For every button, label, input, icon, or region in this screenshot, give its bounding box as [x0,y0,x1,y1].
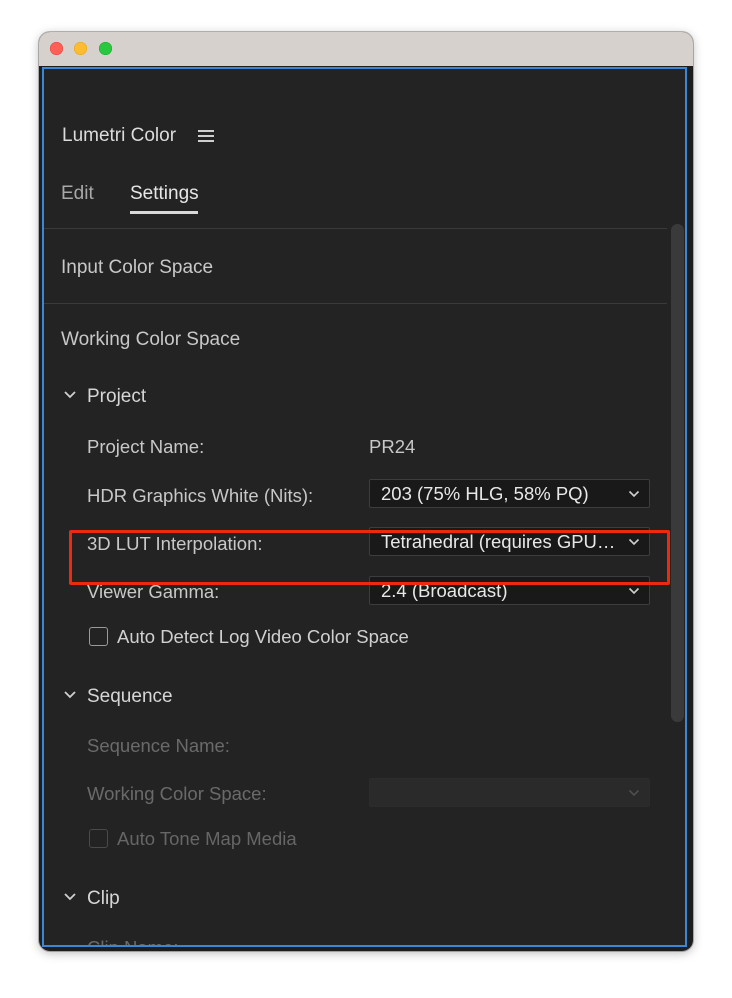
hdr-graphics-white-label: HDR Graphics White (Nits): [87,485,314,506]
auto-tone-map-label: Auto Tone Map Media [117,828,297,849]
chevron-down-icon[interactable] [63,390,77,399]
lumetri-color-panel: Lumetri Color Edit Settings Input Color … [42,67,687,947]
group-header-project[interactable]: Project [87,386,146,408]
tab-edit[interactable]: Edit [61,183,94,205]
clip-name-label: Clip Name: [87,937,179,945]
divider [44,228,667,229]
scrollbar-thumb[interactable] [671,224,684,722]
auto-detect-log-label[interactable]: Auto Detect Log Video Color Space [117,626,409,648]
active-tab-indicator [130,211,198,214]
group-header-clip[interactable]: Clip [87,888,120,910]
section-input-color-space[interactable]: Input Color Space [61,257,213,279]
app-window: Lumetri Color Edit Settings Input Color … [39,32,693,951]
auto-detect-log-checkbox[interactable] [89,627,108,646]
highlight-annotation [69,530,670,585]
chevron-down-icon [628,789,640,797]
maximize-window-button[interactable] [99,42,112,55]
panel-title: Lumetri Color [62,125,177,146]
project-name-value: PR24 [369,436,416,457]
title-bar [39,32,693,66]
close-window-button[interactable] [50,42,63,55]
chevron-down-icon [628,587,640,595]
divider [44,303,667,304]
group-header-sequence[interactable]: Sequence [87,686,173,708]
hdr-graphics-white-dropdown[interactable]: 203 (75% HLG, 58% PQ) [369,479,650,508]
tab-settings[interactable]: Settings [130,183,199,205]
auto-tone-map-checkbox [89,829,108,848]
project-name-label: Project Name: [87,436,205,457]
minimize-window-button[interactable] [74,42,87,55]
chevron-down-icon [628,490,640,498]
chevron-down-icon[interactable] [63,892,77,901]
sequence-working-color-space-dropdown [369,778,650,807]
section-working-color-space[interactable]: Working Color Space [61,329,240,351]
hamburger-menu-icon[interactable] [198,130,214,142]
sequence-name-label: Sequence Name: [87,735,230,756]
sequence-working-color-space-label: Working Color Space: [87,783,267,804]
dropdown-value: 203 (75% HLG, 58% PQ) [381,483,589,504]
chevron-down-icon[interactable] [63,690,77,699]
